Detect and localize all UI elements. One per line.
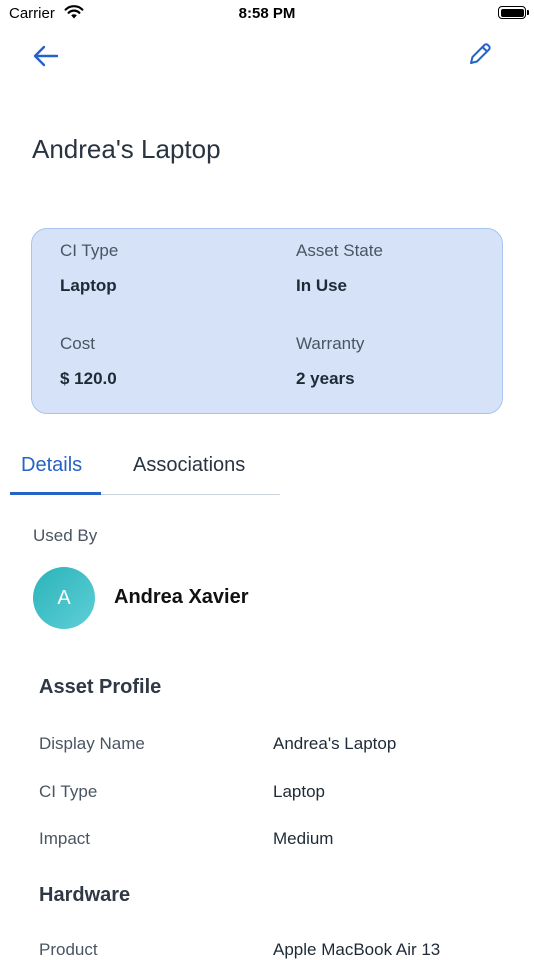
cost-value: $ 120.0 xyxy=(60,369,117,388)
pencil-icon xyxy=(470,43,491,64)
ci-type-value: Laptop xyxy=(60,276,117,295)
tab-bar: Details Associations xyxy=(10,450,280,495)
warranty-label: Warranty xyxy=(296,334,365,353)
back-button[interactable] xyxy=(30,40,62,72)
arrow-left-icon xyxy=(33,45,59,67)
asset-state-label: Asset State xyxy=(296,241,383,260)
cost-label: Cost xyxy=(60,334,95,353)
battery-icon xyxy=(498,6,529,19)
tab-details[interactable]: Details xyxy=(21,454,82,477)
clock: 8:58 PM xyxy=(238,5,296,22)
product-value: Apple MacBook Air 13 xyxy=(273,940,441,959)
ci-type-row-label: CI Type xyxy=(39,782,98,801)
hardware-heading: Hardware xyxy=(39,884,131,906)
product-label: Product xyxy=(39,940,98,959)
asset-profile-heading: Asset Profile xyxy=(39,676,162,698)
page-title: Andrea's Laptop xyxy=(32,134,221,164)
avatar-initial: A xyxy=(57,586,71,609)
avatar: A xyxy=(33,567,95,629)
used-by-label: Used By xyxy=(33,526,98,545)
edit-button[interactable] xyxy=(466,40,494,68)
asset-state-value: In Use xyxy=(296,276,348,295)
status-bar: Carrier 8:58 PM xyxy=(0,0,534,28)
display-name-value: Andrea's Laptop xyxy=(273,734,397,753)
impact-label: Impact xyxy=(39,829,91,848)
user-name[interactable]: Andrea Xavier xyxy=(114,586,249,609)
ci-type-label: CI Type xyxy=(60,241,119,260)
tab-associations[interactable]: Associations xyxy=(133,454,245,477)
asset-summary-card: CI Type Laptop Asset State In Use Cost $… xyxy=(31,228,503,414)
display-name-label: Display Name xyxy=(39,734,145,753)
selected-tab-indicator xyxy=(10,492,101,495)
warranty-value: 2 years xyxy=(296,369,355,388)
impact-value: Medium xyxy=(273,829,334,848)
ci-type-row-value: Laptop xyxy=(273,782,325,801)
